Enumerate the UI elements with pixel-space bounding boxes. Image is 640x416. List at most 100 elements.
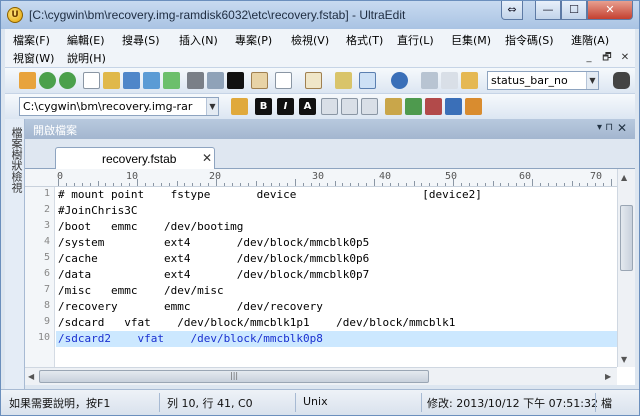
code-line[interactable]: /system ext4 /dev/block/mmcblk0p5	[56, 235, 617, 251]
menu-window[interactable]: 視窗(W)	[13, 50, 54, 66]
ruler-tick	[247, 183, 249, 186]
code-area[interactable]: # mount point fstype device [device2] #J…	[56, 187, 617, 367]
code-line[interactable]: /boot emmc /dev/bootimg	[56, 219, 617, 235]
ruler-tick	[239, 183, 241, 186]
title-bar[interactable]: U [C:\cygwin\bm\recovery.img-ramdisk6032…	[1, 1, 639, 29]
binoculars-icon[interactable]	[613, 72, 630, 89]
align-right-icon[interactable]	[361, 98, 378, 115]
mdi-close-button[interactable]: ✕	[617, 51, 633, 65]
italic-button[interactable]: I	[277, 98, 294, 115]
code-line[interactable]: /cache ext4 /dev/block/mmcblk0p6	[56, 251, 617, 267]
menu-format[interactable]: 格式(T)	[346, 32, 383, 48]
vertical-scroll-thumb[interactable]	[620, 205, 633, 271]
align-center-icon[interactable]	[341, 98, 358, 115]
wordwrap-icon[interactable]	[251, 72, 268, 89]
menu-advanced[interactable]: 進階(A)	[571, 32, 609, 48]
scroll-down-icon[interactable]: ▼	[621, 355, 627, 364]
cut-icon[interactable]	[421, 72, 438, 89]
column-mode-icon[interactable]	[335, 72, 352, 89]
ultraedit-app-icon[interactable]: U	[7, 7, 23, 23]
paste-icon[interactable]	[461, 72, 478, 89]
list-icon[interactable]	[445, 98, 462, 115]
code-line[interactable]: /sdcard vfat /dev/block/mmcblk1p1 /dev/b…	[56, 315, 617, 331]
html-tag-icon[interactable]	[231, 98, 248, 115]
ruler-label: 50	[445, 171, 458, 182]
image-icon[interactable]	[465, 98, 482, 115]
close-window-button[interactable]: ✕	[587, 1, 633, 20]
ruler-tick	[271, 183, 273, 186]
menu-column[interactable]: 直行(L)	[397, 32, 434, 48]
horizontal-scrollbar[interactable]: ◀ ||| ▶	[25, 367, 617, 385]
bold-button[interactable]: B	[255, 98, 272, 115]
code-line[interactable]: /data ext4 /dev/block/mmcblk0p7	[56, 267, 617, 283]
browser-view-icon[interactable]	[391, 72, 408, 89]
status-divider	[159, 393, 160, 412]
line-number: 4	[43, 236, 50, 247]
text-color-button[interactable]: A	[299, 98, 316, 115]
line-number: 7	[43, 284, 50, 295]
pin-icon[interactable]: ▾ ⊓	[597, 122, 613, 133]
horizontal-scroll-thumb[interactable]: |||	[39, 370, 429, 383]
menu-macro[interactable]: 巨集(M)	[451, 32, 491, 48]
back-arrow-icon[interactable]	[39, 72, 56, 89]
file-path-combo[interactable]: C:\cygwin\bm\recovery.img-rar ▼	[19, 97, 219, 116]
save-all-icon[interactable]	[143, 72, 160, 89]
maximize-button[interactable]: ☐	[561, 1, 587, 20]
restore-size-button[interactable]: ⇔	[501, 1, 523, 20]
ruler-tick	[65, 183, 67, 186]
mdi-restore-button[interactable]: 🗗	[599, 51, 615, 65]
table-icon[interactable]	[385, 98, 402, 115]
align-left-icon[interactable]	[321, 98, 338, 115]
scroll-up-icon[interactable]: ▲	[621, 173, 627, 182]
menu-edit[interactable]: 編輯(E)	[67, 32, 105, 48]
mdi-minimize-button[interactable]: _	[581, 51, 597, 65]
menu-insert[interactable]: 插入(N)	[179, 32, 218, 48]
line-numbers-icon[interactable]	[305, 72, 322, 89]
font-icon[interactable]	[227, 72, 244, 89]
copy-icon[interactable]	[441, 72, 458, 89]
menu-view[interactable]: 檢視(V)	[291, 32, 329, 48]
minimize-button[interactable]: —	[535, 1, 561, 20]
hex-mode-icon[interactable]	[359, 72, 376, 89]
print-icon[interactable]	[187, 72, 204, 89]
code-line[interactable]: #JoinChris3C	[56, 203, 617, 219]
scroll-right-icon[interactable]: ▶	[605, 372, 611, 381]
ruler-tick	[603, 183, 605, 186]
format-icon[interactable]	[275, 72, 292, 89]
code-line[interactable]: /misc emmc /dev/misc	[56, 283, 617, 299]
menu-file[interactable]: 檔案(F)	[13, 32, 50, 48]
code-line[interactable]: /recovery emmc /dev/recovery	[56, 299, 617, 315]
vertical-scrollbar[interactable]: ▲ ▼	[617, 169, 635, 367]
ruler-tick	[295, 179, 296, 186]
tab-recovery-fstab[interactable]: recovery.fstab ✕	[55, 147, 215, 170]
file-tree-side-tab[interactable]: 檔案樹狀檢視	[5, 119, 25, 389]
line-number: 6	[43, 268, 50, 279]
close-panel-icon[interactable]: ✕	[617, 121, 627, 135]
chevron-down-icon[interactable]: ▼	[586, 72, 598, 89]
text-editor[interactable]: 0 10 20 30 40 50 60 70 1 2 3 4 5 6 7 8 9…	[25, 169, 635, 385]
forward-arrow-icon[interactable]	[59, 72, 76, 89]
new-project-icon[interactable]	[19, 72, 36, 89]
menu-project[interactable]: 專案(P)	[235, 32, 272, 48]
ruler-tick	[611, 179, 612, 186]
menu-script[interactable]: 指令碼(S)	[505, 32, 554, 48]
grid-icon[interactable]	[405, 98, 422, 115]
ruler-tick	[192, 183, 194, 186]
open-folder-icon[interactable]	[103, 72, 120, 89]
menu-help[interactable]: 說明(H)	[67, 50, 106, 66]
print-preview-icon[interactable]	[207, 72, 224, 89]
app-window: U [C:\cygwin\bm\recovery.img-ramdisk6032…	[0, 0, 640, 416]
code-line[interactable]: # mount point fstype device [device2]	[56, 187, 617, 203]
status-line-ending[interactable]: Unix	[303, 395, 328, 408]
save-icon[interactable]	[123, 72, 140, 89]
close-tab-icon[interactable]: ✕	[202, 151, 212, 165]
new-file-icon[interactable]	[83, 72, 100, 89]
refresh-icon[interactable]	[163, 72, 180, 89]
color-table-icon[interactable]	[425, 98, 442, 115]
chevron-down-icon[interactable]: ▼	[206, 98, 218, 115]
function-list-combo[interactable]: status_bar_no ▼	[487, 71, 599, 90]
tab-label: recovery.fstab	[102, 152, 177, 166]
menu-search[interactable]: 搜尋(S)	[122, 32, 160, 48]
scroll-left-icon[interactable]: ◀	[28, 372, 34, 381]
current-code-line[interactable]: /sdcard2 vfat /dev/block/mmcblk0p8	[56, 331, 617, 347]
